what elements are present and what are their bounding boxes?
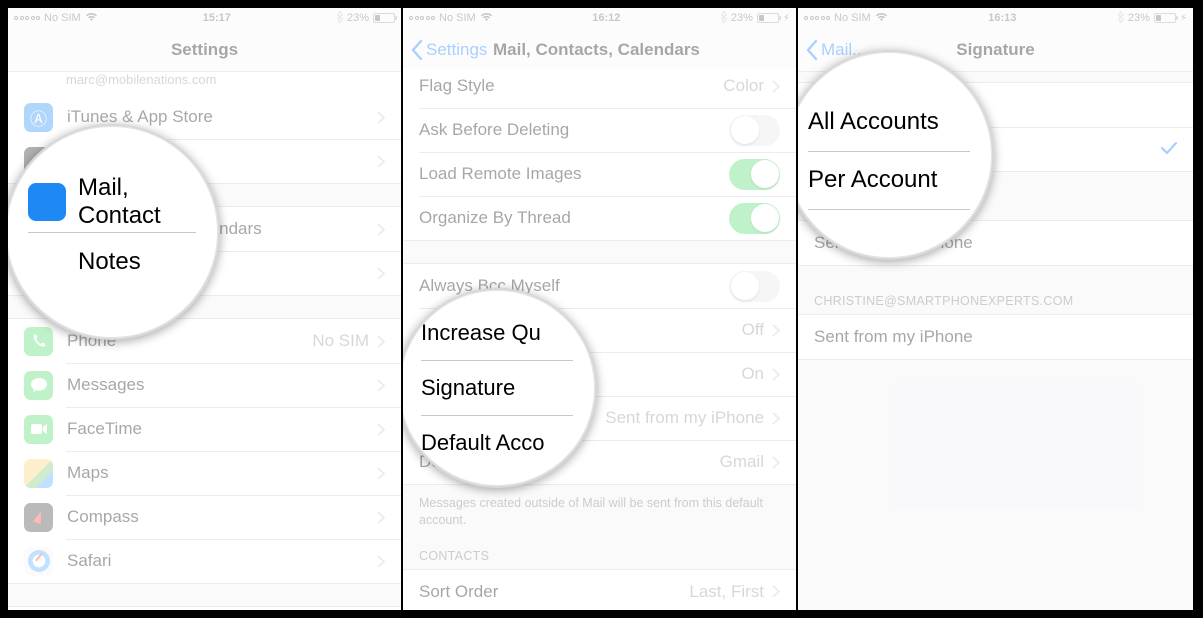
battery-pct: 23% bbox=[1128, 12, 1150, 24]
nav-title: Mail, Contacts, Calendars bbox=[493, 40, 796, 60]
charging-icon: ⚡︎ bbox=[783, 13, 790, 24]
default-account-footer: Messages created outside of Mail will be… bbox=[403, 489, 796, 529]
chevron-right-icon bbox=[772, 324, 780, 337]
settings-item-compass[interactable]: Compass bbox=[8, 495, 401, 539]
settings-item-facetime[interactable]: FaceTime bbox=[8, 407, 401, 451]
chevron-right-icon bbox=[377, 555, 385, 568]
carrier-label: No SIM bbox=[439, 12, 476, 24]
battery-icon bbox=[373, 13, 395, 23]
bluetooth-icon bbox=[720, 11, 727, 25]
safari-icon bbox=[24, 547, 53, 576]
row-organize-by-thread[interactable]: Organize By Thread bbox=[403, 196, 796, 240]
clock: 16:13 bbox=[988, 12, 1016, 24]
magnifier: Increase Qu Signature Default Acco bbox=[403, 288, 597, 488]
clock: 16:12 bbox=[592, 12, 620, 24]
clock: 15:17 bbox=[203, 12, 231, 24]
chevron-right-icon bbox=[772, 585, 780, 598]
chevron-right-icon bbox=[772, 368, 780, 381]
chevron-right-icon bbox=[772, 80, 780, 93]
facetime-icon bbox=[24, 415, 53, 444]
chevron-right-icon bbox=[377, 155, 385, 168]
account-email: marc@mobilenations.com bbox=[8, 72, 401, 95]
carrier-label: No SIM bbox=[44, 12, 81, 24]
status-bar: No SIM 15:17 23% bbox=[8, 8, 401, 28]
nav-back-button[interactable]: Settings bbox=[403, 40, 487, 60]
phone-icon bbox=[24, 327, 53, 356]
contacts-header: CONTACTS bbox=[403, 543, 796, 569]
row-flag-style[interactable]: Flag Style Color bbox=[403, 68, 796, 108]
settings-item-safari[interactable]: Safari bbox=[8, 539, 401, 583]
wifi-icon bbox=[85, 12, 98, 25]
cell-signal-icon bbox=[14, 16, 40, 20]
carrier-label: No SIM bbox=[834, 12, 871, 24]
mail-icon bbox=[28, 183, 66, 221]
chevron-right-icon bbox=[377, 511, 385, 524]
bluetooth-icon bbox=[336, 11, 343, 25]
chevron-right-icon bbox=[377, 335, 385, 348]
cell-signal-icon bbox=[409, 16, 435, 20]
row-ask-before-deleting[interactable]: Ask Before Deleting bbox=[403, 108, 796, 152]
wifi-icon bbox=[875, 12, 888, 25]
toggle[interactable] bbox=[729, 203, 780, 234]
settings-item-messages[interactable]: Messages bbox=[8, 363, 401, 407]
nav-bar: Settings Mail, Contacts, Calendars bbox=[403, 28, 796, 72]
screen-settings: No SIM 15:17 23% Settings marc@mobilenat… bbox=[8, 8, 403, 610]
appstore-icon: Ⓐ bbox=[24, 103, 53, 132]
charging-icon: ⚡︎ bbox=[1180, 13, 1187, 24]
settings-item-maps[interactable]: Maps bbox=[8, 451, 401, 495]
settings-item-itunes[interactable]: Ⓐ iTunes & App Store bbox=[8, 95, 401, 139]
chevron-right-icon bbox=[772, 412, 780, 425]
bluetooth-icon bbox=[1117, 11, 1124, 25]
nav-bar: Settings bbox=[8, 28, 401, 72]
compass-icon bbox=[24, 503, 53, 532]
screen-signature: No SIM 16:13 23% ⚡︎ Mail... Signature Al… bbox=[798, 8, 1193, 610]
screen-mail-settings: No SIM 16:12 23% ⚡︎ Settings Mail, Conta… bbox=[403, 8, 798, 610]
battery-icon bbox=[757, 13, 779, 23]
toggle[interactable] bbox=[729, 115, 780, 146]
toggle[interactable] bbox=[729, 159, 780, 190]
maps-icon bbox=[24, 459, 53, 488]
signature-account2[interactable]: Sent from my iPhone bbox=[798, 315, 1193, 359]
battery-icon bbox=[1154, 13, 1176, 23]
toggle[interactable] bbox=[729, 271, 780, 302]
chevron-right-icon bbox=[377, 111, 385, 124]
settings-item-music[interactable]: ♫ Music bbox=[8, 607, 401, 610]
chevron-right-icon bbox=[377, 223, 385, 236]
battery-pct: 23% bbox=[731, 12, 753, 24]
messages-icon bbox=[24, 371, 53, 400]
check-icon bbox=[1161, 139, 1177, 160]
chevron-right-icon bbox=[377, 423, 385, 436]
status-bar: No SIM 16:12 23% ⚡︎ bbox=[403, 8, 796, 28]
status-bar: No SIM 16:13 23% ⚡︎ bbox=[798, 8, 1193, 28]
cell-signal-icon bbox=[804, 16, 830, 20]
chevron-right-icon bbox=[772, 456, 780, 469]
row-sort-order[interactable]: Sort Order Last, First bbox=[403, 570, 796, 610]
chevron-right-icon bbox=[377, 379, 385, 392]
chevron-right-icon bbox=[377, 267, 385, 280]
nav-title: Settings bbox=[8, 40, 401, 60]
wifi-icon bbox=[480, 12, 493, 25]
row-load-remote-images[interactable]: Load Remote Images bbox=[403, 152, 796, 196]
section-header-account2: CHRISTINE@SMARTPHONEXPERTS.COM bbox=[798, 288, 1193, 314]
battery-pct: 23% bbox=[347, 12, 369, 24]
magnifier: Mail, Contact Notes bbox=[8, 124, 220, 340]
chevron-right-icon bbox=[377, 467, 385, 480]
